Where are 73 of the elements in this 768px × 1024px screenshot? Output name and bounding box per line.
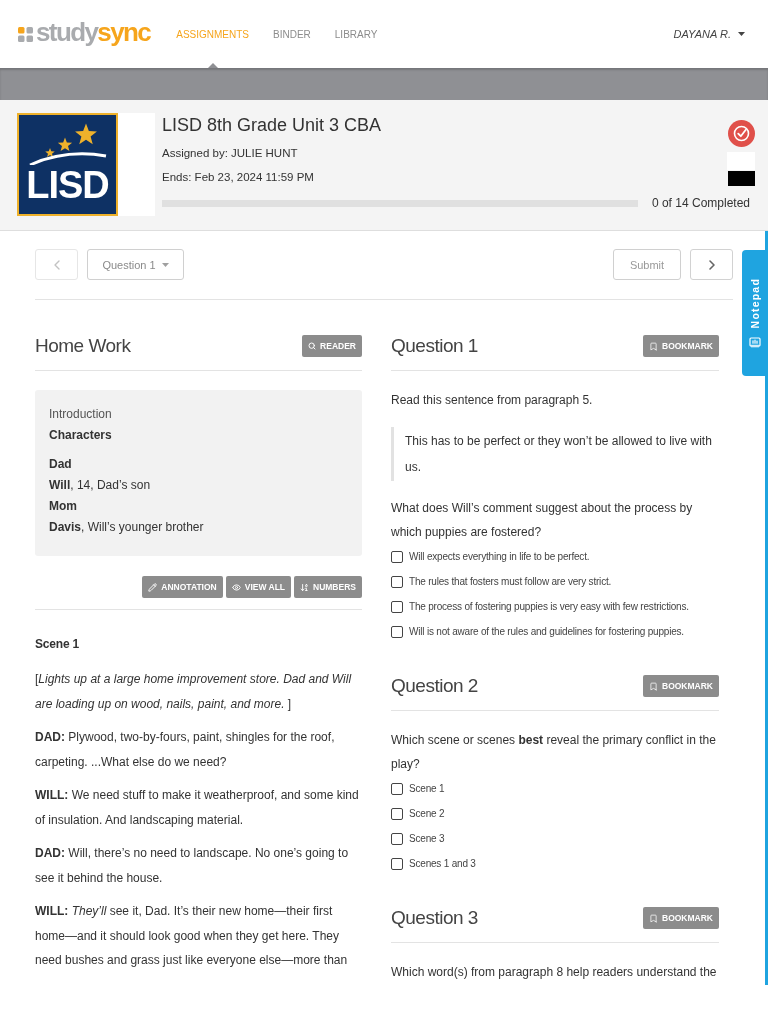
answer-option: Will is not aware of the rules and guidelines for fostering puppies. bbox=[409, 626, 684, 637]
question-title: Question 1 bbox=[391, 334, 478, 358]
nav-tab[interactable]: ASSIGNMENTS bbox=[164, 0, 261, 68]
reader-button[interactable]: READER bbox=[302, 335, 362, 357]
stars-swoosh-icon bbox=[27, 123, 108, 165]
notepad-icon bbox=[749, 336, 761, 349]
script-paragraph: WILL: They’ll see it, Dad. It’s their new home—their first home—and it should look good when they get here. They need bushes and grass just like everyone else—more than bbox=[35, 903, 349, 969]
bookmark-icon bbox=[649, 681, 658, 691]
bookmark-button[interactable]: BOOKMARK bbox=[643, 907, 719, 929]
answer-option: Scene 2 bbox=[409, 808, 445, 819]
question-prompt: Which word(s) from paragraph 8 help readers understand the bbox=[391, 964, 718, 981]
bookmark-icon bbox=[649, 913, 658, 923]
bookmark-button[interactable]: BOOKMARK bbox=[643, 335, 719, 357]
answer-option: Will expects everything in life to be perfect. bbox=[409, 551, 590, 562]
question-prompt: Which scene or scenes best reveal the primary conflict in the play? bbox=[391, 732, 717, 773]
answer-checkbox[interactable] bbox=[391, 782, 403, 795]
bookmark-button[interactable]: BOOKMARK bbox=[643, 675, 719, 697]
question-prompt: What does Will’s comment suggest about the process by which puppies are fostered? bbox=[391, 500, 694, 541]
logo-wordmark: studysync bbox=[36, 17, 151, 49]
question-instruction: Read this sentence from paragraph 5. bbox=[391, 392, 594, 409]
character-entry: Mom bbox=[49, 498, 78, 515]
scene-heading: Scene 1 bbox=[35, 636, 80, 652]
character-entry: Davis, Will’s younger brother bbox=[49, 519, 205, 536]
question-select[interactable]: Question 1 bbox=[87, 249, 184, 280]
due-date: Ends: Feb 23, 2024 11:59 PM bbox=[162, 170, 314, 185]
bookmark-icon bbox=[649, 341, 658, 351]
intro-heading: Introduction bbox=[49, 406, 113, 423]
answer-option: Scenes 1 and 3 bbox=[409, 858, 476, 869]
script-paragraph: WILL: We need stuff to make it weatherproof, and some kind of insulation. And landscaping material. bbox=[35, 787, 360, 829]
answer-checkbox[interactable] bbox=[391, 575, 403, 588]
nav-tab[interactable]: LIBRARY bbox=[322, 0, 390, 68]
answer-checkbox[interactable] bbox=[391, 807, 403, 820]
search-icon bbox=[308, 342, 317, 350]
script-paragraph: [Lights up at a large home improvement store. Dad and Will are loading up on wood, nails, paint, and more. ] bbox=[35, 671, 353, 713]
progress-reading: 0 of 14 Completed bbox=[651, 196, 750, 210]
answer-checkbox[interactable] bbox=[391, 832, 403, 845]
intro-subheading: Characters bbox=[49, 427, 113, 444]
question-title: Question 3 bbox=[391, 906, 478, 930]
answer-checkbox[interactable] bbox=[391, 550, 403, 563]
check-badge-icon bbox=[727, 120, 755, 147]
quoted-sentence: This has to be perfect or they won’t be allowed to live with us. bbox=[391, 427, 719, 481]
answer-checkbox[interactable] bbox=[391, 600, 403, 613]
answer-checkbox[interactable] bbox=[391, 857, 403, 870]
submit-button[interactable]: Submit bbox=[613, 249, 681, 280]
tool-button[interactable]: ANNOTATION bbox=[142, 576, 223, 598]
character-entry: Dad bbox=[49, 456, 73, 473]
eye-icon bbox=[231, 582, 241, 592]
answer-option: The rules that fosters must follow are very strict. bbox=[409, 576, 612, 587]
tool-button[interactable]: NUMBERS bbox=[294, 576, 362, 598]
answer-option: The process of fostering puppies is very easy with few restrictions. bbox=[409, 601, 689, 612]
caret-icon bbox=[738, 32, 745, 36]
answer-option: Scene 1 bbox=[409, 783, 445, 794]
assignment-title: LISD 8th Grade Unit 3 CBA bbox=[162, 114, 382, 137]
nav-tab[interactable]: BINDER bbox=[261, 0, 323, 68]
answer-option: Scene 3 bbox=[409, 833, 445, 844]
blank-panel bbox=[727, 152, 755, 170]
pencil-icon bbox=[148, 582, 158, 592]
answer-checkbox[interactable] bbox=[391, 625, 403, 638]
logo-text: LISD bbox=[26, 165, 109, 205]
caret-icon bbox=[161, 262, 169, 267]
tool-button[interactable]: VIEW ALL bbox=[225, 576, 291, 598]
logo-icon bbox=[18, 26, 33, 42]
question-title: Question 2 bbox=[391, 674, 478, 698]
notepad-tab[interactable]: Notepad bbox=[742, 250, 768, 376]
sort-numbers-icon bbox=[300, 582, 309, 592]
script-paragraph: DAD: Will, there’s no need to landscape. No one’s going to see it behind the house. bbox=[35, 845, 350, 887]
tab-pointer-icon bbox=[207, 63, 218, 68]
section-title: Home Work bbox=[35, 334, 131, 358]
script-paragraph: DAD: Plywood, two-by-fours, paint, shingles for the roof, carpeting. ...What else do we need? bbox=[35, 729, 336, 771]
user-menu[interactable]: DAYANA R. bbox=[673, 0, 745, 68]
redaction-bar bbox=[727, 171, 755, 186]
assigned-by: Assigned by: JULIE HUNT bbox=[162, 146, 298, 161]
character-entry: Will, 14, Dad’s son bbox=[49, 477, 152, 494]
